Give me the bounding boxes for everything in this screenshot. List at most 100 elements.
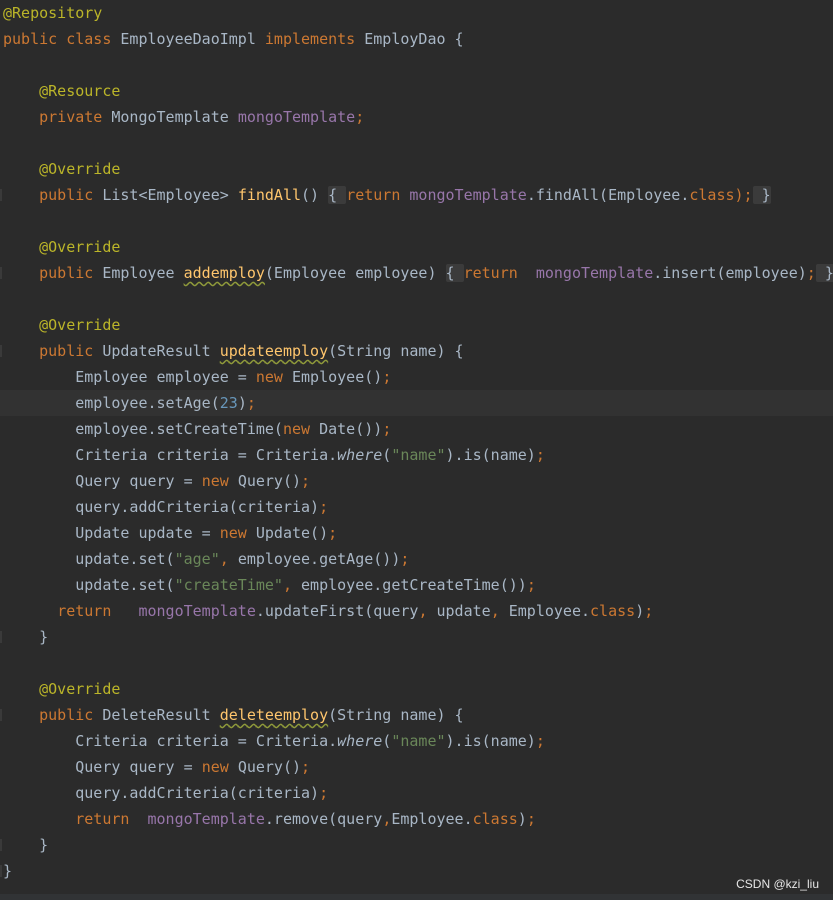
code-line[interactable]: @Override bbox=[0, 156, 833, 182]
code-line[interactable]: Criteria criteria = Criteria.where("name… bbox=[0, 728, 833, 754]
code-token: , bbox=[490, 602, 509, 620]
code-token: , bbox=[282, 576, 302, 594]
code-token: Update() bbox=[255, 524, 329, 542]
code-line[interactable]: } bbox=[0, 832, 833, 858]
code-token: Query() bbox=[237, 758, 302, 776]
code-line[interactable]: Update update = new Update(); bbox=[0, 520, 833, 546]
code-token: return bbox=[75, 810, 148, 828]
code-token: ) bbox=[517, 810, 527, 828]
code-token: query.addCriteria(criteria) bbox=[3, 498, 320, 516]
code-token: .findAll(Employee. bbox=[526, 186, 690, 204]
code-line[interactable]: public List<Employee> findAll() { return… bbox=[0, 182, 833, 208]
code-token: .remove(query bbox=[264, 810, 383, 828]
code-line[interactable]: Employee employee = new Employee(); bbox=[0, 364, 833, 390]
fold-marker[interactable] bbox=[0, 709, 2, 721]
code-token: ; bbox=[246, 394, 256, 412]
code-token: @Repository bbox=[3, 4, 103, 22]
code-token: class bbox=[590, 602, 636, 620]
code-line[interactable]: @Repository bbox=[0, 0, 833, 26]
code-token: EmployDao { bbox=[364, 30, 464, 48]
code-line[interactable]: public Employee addemploy(Employee emplo… bbox=[0, 260, 833, 286]
code-line[interactable]: query.addCriteria(criteria); bbox=[0, 780, 833, 806]
code-token: "age" bbox=[174, 550, 220, 568]
code-line[interactable] bbox=[0, 130, 833, 156]
code-line[interactable]: return mongoTemplate.remove(query,Employ… bbox=[0, 806, 833, 832]
code-token: new bbox=[219, 524, 256, 542]
code-line[interactable]: } bbox=[0, 624, 833, 650]
code-line[interactable]: @Override bbox=[0, 312, 833, 338]
code-token: class bbox=[66, 30, 121, 48]
code-token: } bbox=[815, 264, 833, 282]
fold-marker[interactable] bbox=[0, 839, 2, 851]
code-token: Update update = bbox=[3, 524, 220, 542]
code-token: public bbox=[39, 264, 103, 282]
code-token: Employee. bbox=[391, 810, 473, 828]
code-line[interactable]: employee.setAge(23); bbox=[0, 390, 833, 416]
code-line[interactable]: Criteria criteria = Criteria.where("name… bbox=[0, 442, 833, 468]
code-token: EmployeeDaoImpl bbox=[120, 30, 265, 48]
code-token: "name" bbox=[391, 732, 446, 750]
code-token: "name" bbox=[391, 446, 446, 464]
code-token: @Resource bbox=[39, 82, 121, 100]
code-token: .updateFirst(query bbox=[255, 602, 419, 620]
code-token: Criteria criteria = Criteria. bbox=[3, 732, 338, 750]
code-token: ( bbox=[382, 446, 392, 464]
code-line[interactable]: update.set("age", employee.getAge()); bbox=[0, 546, 833, 572]
code-token: mongoTemplate bbox=[147, 810, 265, 828]
code-line[interactable]: update.set("createTime", employee.getCre… bbox=[0, 572, 833, 598]
code-token: mongoTemplate bbox=[535, 264, 654, 282]
code-token: addemploy bbox=[183, 264, 265, 282]
fold-marker[interactable] bbox=[0, 267, 2, 279]
code-line[interactable] bbox=[0, 286, 833, 312]
code-token: new bbox=[201, 472, 238, 490]
code-token: deleteemploy bbox=[219, 706, 329, 724]
code-token: ; bbox=[319, 784, 329, 802]
code-token: ; bbox=[301, 472, 311, 490]
code-line[interactable]: employee.setCreateTime(new Date()); bbox=[0, 416, 833, 442]
horizontal-scrollbar[interactable] bbox=[0, 894, 833, 900]
code-token: return bbox=[463, 264, 536, 282]
code-token: UpdateResult bbox=[102, 342, 220, 360]
code-editor[interactable]: @Repository public class EmployeeDaoImpl … bbox=[0, 0, 833, 900]
code-token: mongoTemplate bbox=[237, 108, 356, 126]
fold-marker[interactable] bbox=[0, 865, 2, 877]
code-token: } bbox=[3, 862, 13, 880]
fold-marker[interactable] bbox=[0, 189, 2, 201]
code-line[interactable]: Query query = new Query(); bbox=[0, 468, 833, 494]
code-token: private bbox=[39, 108, 112, 126]
code-token: ) bbox=[635, 602, 645, 620]
code-line[interactable]: public UpdateResult updateemploy(String … bbox=[0, 338, 833, 364]
code-line[interactable] bbox=[0, 208, 833, 234]
code-token: , bbox=[418, 602, 437, 620]
code-line[interactable]: public class EmployeeDaoImpl implements … bbox=[0, 26, 833, 52]
code-line[interactable] bbox=[0, 650, 833, 676]
code-token: public bbox=[3, 30, 67, 48]
code-line[interactable]: @Override bbox=[0, 234, 833, 260]
code-line[interactable]: @Override bbox=[0, 676, 833, 702]
code-line[interactable]: return mongoTemplate.updateFirst(query, … bbox=[0, 598, 833, 624]
code-token: ( bbox=[382, 732, 392, 750]
code-token: ; bbox=[355, 108, 365, 126]
code-token: class bbox=[472, 810, 518, 828]
code-token: public bbox=[39, 342, 103, 360]
code-line[interactable]: private MongoTemplate mongoTemplate; bbox=[0, 104, 833, 130]
code-token: Employee. bbox=[508, 602, 591, 620]
code-token: ; bbox=[526, 810, 536, 828]
code-line[interactable]: @Resource bbox=[0, 78, 833, 104]
code-token: Query query = bbox=[3, 758, 202, 776]
code-line[interactable]: } bbox=[0, 858, 833, 884]
code-line[interactable] bbox=[0, 52, 833, 78]
code-line[interactable]: query.addCriteria(criteria); bbox=[0, 494, 833, 520]
code-line[interactable]: public DeleteResult deleteemploy(String … bbox=[0, 702, 833, 728]
code-token: ; bbox=[319, 498, 329, 516]
code-line[interactable]: Query query = new Query(); bbox=[0, 754, 833, 780]
fold-marker[interactable] bbox=[0, 345, 2, 357]
code-token: Employee employee = bbox=[3, 368, 256, 386]
fold-marker[interactable] bbox=[0, 631, 2, 643]
